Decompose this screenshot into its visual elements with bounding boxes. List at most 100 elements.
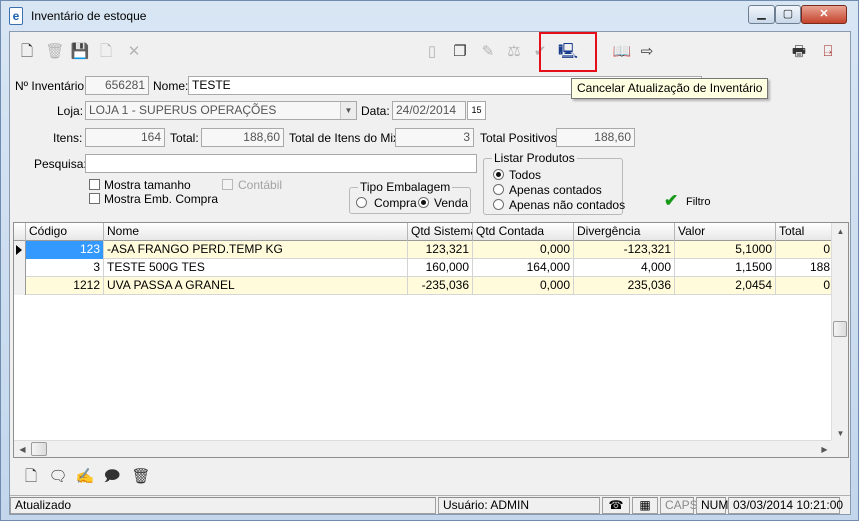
col-codigo[interactable]: Código xyxy=(26,223,104,241)
horizontal-scroll-thumb[interactable] xyxy=(31,442,47,456)
row-indicator xyxy=(14,259,26,277)
loja-label: Loja: xyxy=(57,104,84,118)
mostra-tamanho-checkbox[interactable] xyxy=(89,179,100,190)
venda-radio[interactable] xyxy=(418,197,429,208)
cell-codigo[interactable]: 123 xyxy=(26,241,104,259)
tipo-embalagem-title: Tipo Embalagem xyxy=(358,180,453,194)
contados-radio[interactable] xyxy=(493,184,504,195)
data-field[interactable]: 24/02/2014 xyxy=(392,101,466,120)
cell-qtd-sistema[interactable]: 160,000 xyxy=(408,259,473,277)
total-field[interactable]: 188,60 xyxy=(201,128,284,147)
green-check-icon: ✔ xyxy=(664,191,679,210)
col-total[interactable]: Total xyxy=(776,223,834,241)
compra-radio[interactable] xyxy=(356,197,367,208)
delete-icon[interactable]: 🗑 xyxy=(44,41,66,63)
vertical-scrollbar[interactable]: ▲ ▼ xyxy=(831,223,848,442)
main-window: e Inventário de estoque ▁ ▢ ✕ 🗋 🗑 💾 🗋 ✕ … xyxy=(0,0,859,521)
horizontal-scrollbar[interactable]: ◀ ▶ xyxy=(14,440,833,457)
vertical-scroll-thumb[interactable] xyxy=(833,321,847,337)
cancel-x-icon[interactable]: ✕ xyxy=(123,41,145,63)
print-icon[interactable]: 🖶 xyxy=(788,41,810,63)
contados-label: Apenas contados xyxy=(509,183,602,197)
positivos-field[interactable]: 188,60 xyxy=(556,128,635,147)
maximize-button[interactable]: ▢ xyxy=(775,5,801,24)
table-row[interactable]: 123 -ASA FRANGO PERD.TEMP KG 123,321 0,0… xyxy=(14,241,834,259)
cell-qtd-sistema[interactable]: -235,036 xyxy=(408,277,473,295)
col-qtd-contada[interactable]: Qtd Contada xyxy=(473,223,574,241)
listar-produtos-group: Listar Produtos Todos Apenas contados Ap… xyxy=(483,151,625,215)
mix-label: Total de Itens do Mix: xyxy=(289,131,403,145)
scroll-left-icon[interactable]: ◀ xyxy=(14,441,31,457)
loja-select[interactable]: LOJA 1 - SUPERUS OPERAÇÕES ▼ xyxy=(85,101,357,120)
book-icon[interactable]: 📖 xyxy=(611,41,633,63)
app-icon: e xyxy=(9,7,23,25)
calculator-icon[interactable]: ▦ xyxy=(632,497,658,514)
new-item-icon[interactable]: 🗋 xyxy=(20,466,42,488)
col-valor[interactable]: Valor xyxy=(675,223,776,241)
search-input[interactable] xyxy=(85,154,477,173)
cell-valor[interactable]: 1,1500 xyxy=(675,259,776,277)
cell-qtd-contada[interactable]: 0,000 xyxy=(473,241,574,259)
duplicate-icon[interactable]: ❐ xyxy=(449,41,471,63)
inventario-label: Nº Inventário: xyxy=(15,79,88,93)
nao-contados-radio[interactable] xyxy=(493,199,504,210)
tipo-embalagem-group: Tipo Embalagem Compra Venda xyxy=(349,180,471,214)
cell-divergencia[interactable]: -123,321 xyxy=(574,241,675,259)
exit-door-icon[interactable]: ⍈ xyxy=(817,41,839,63)
inventory-grid[interactable]: Código Nome Qtd Sistema Qtd Contada Dive… xyxy=(13,222,849,458)
table-row[interactable]: 1212 UVA PASSA A GRANEL -235,036 0,000 2… xyxy=(14,277,834,295)
itens-field[interactable]: 164 xyxy=(85,128,165,147)
export-icon[interactable]: ⇨ xyxy=(636,41,658,63)
save-icon[interactable]: 💾 xyxy=(69,41,91,63)
positivos-label: Total Positivos: xyxy=(480,131,561,145)
close-button[interactable]: ✕ xyxy=(801,5,847,24)
venda-label: Venda xyxy=(434,196,469,210)
calendar-button[interactable]: 15 xyxy=(467,101,486,120)
cell-qtd-contada[interactable]: 0,000 xyxy=(473,277,574,295)
table-row[interactable]: 3 TESTE 500G TES 160,000 164,000 4,000 1… xyxy=(14,259,834,277)
compra-label: Compra xyxy=(374,196,417,210)
cell-divergencia[interactable]: 4,000 xyxy=(574,259,675,277)
trash-icon[interactable]: 🗑 xyxy=(130,466,152,488)
new-doc-icon[interactable]: 🗋 xyxy=(16,41,38,63)
cell-nome[interactable]: TESTE 500G TES xyxy=(104,259,408,277)
filtro-button[interactable]: ✔ Filtro xyxy=(664,191,712,211)
cell-codigo[interactable]: 1212 xyxy=(26,277,104,295)
inventario-field[interactable]: 656281 xyxy=(85,76,149,95)
mix-field[interactable]: 3 xyxy=(395,128,474,147)
cell-valor[interactable]: 5,1000 xyxy=(675,241,776,259)
edit-comment-icon[interactable]: 🗨 xyxy=(47,466,69,488)
cell-valor[interactable]: 2,0454 xyxy=(675,277,776,295)
col-divergencia[interactable]: Divergência xyxy=(574,223,675,241)
col-qtd-sistema[interactable]: Qtd Sistema xyxy=(408,223,473,241)
phone-icon[interactable]: ☎ xyxy=(602,497,630,514)
contabil-checkbox[interactable] xyxy=(222,179,233,190)
todos-radio[interactable] xyxy=(493,169,504,180)
comment-icon[interactable]: 🗩 xyxy=(101,466,123,488)
brush-icon[interactable]: ✎ xyxy=(477,41,499,63)
mostra-emb-checkbox[interactable] xyxy=(89,193,100,204)
edit-pencil-icon[interactable]: ✍ xyxy=(74,466,96,488)
cell-total[interactable]: 0 xyxy=(776,241,834,259)
cancel-update-icon[interactable]: 🖳 xyxy=(557,41,579,63)
col-nome[interactable]: Nome xyxy=(104,223,408,241)
chevron-down-icon[interactable]: ▼ xyxy=(340,102,356,119)
cell-nome[interactable]: -ASA FRANGO PERD.TEMP KG xyxy=(104,241,408,259)
copy-doc-icon[interactable]: 🗋 xyxy=(95,41,117,63)
cell-total[interactable]: 0 xyxy=(776,277,834,295)
cell-codigo[interactable]: 3 xyxy=(26,259,104,277)
header-corner xyxy=(14,223,26,241)
status-user: Usuário: ADMIN xyxy=(438,497,600,514)
blank-icon[interactable]: ▯ xyxy=(421,41,443,63)
status-caps: CAPS xyxy=(660,497,698,514)
scroll-up-icon[interactable]: ▲ xyxy=(832,223,848,240)
cell-qtd-contada[interactable]: 164,000 xyxy=(473,259,574,277)
scale-icon[interactable]: ⚖ xyxy=(503,41,525,63)
cell-nome[interactable]: UVA PASSA A GRANEL xyxy=(104,277,408,295)
cell-divergencia[interactable]: 235,036 xyxy=(574,277,675,295)
cell-total[interactable]: 188 xyxy=(776,259,834,277)
cell-qtd-sistema[interactable]: 123,321 xyxy=(408,241,473,259)
minimize-button[interactable]: ▁ xyxy=(748,5,775,24)
loja-select-value: LOJA 1 - SUPERUS OPERAÇÕES xyxy=(89,103,277,117)
title-bar[interactable]: e Inventário de estoque ▁ ▢ ✕ xyxy=(1,1,858,31)
